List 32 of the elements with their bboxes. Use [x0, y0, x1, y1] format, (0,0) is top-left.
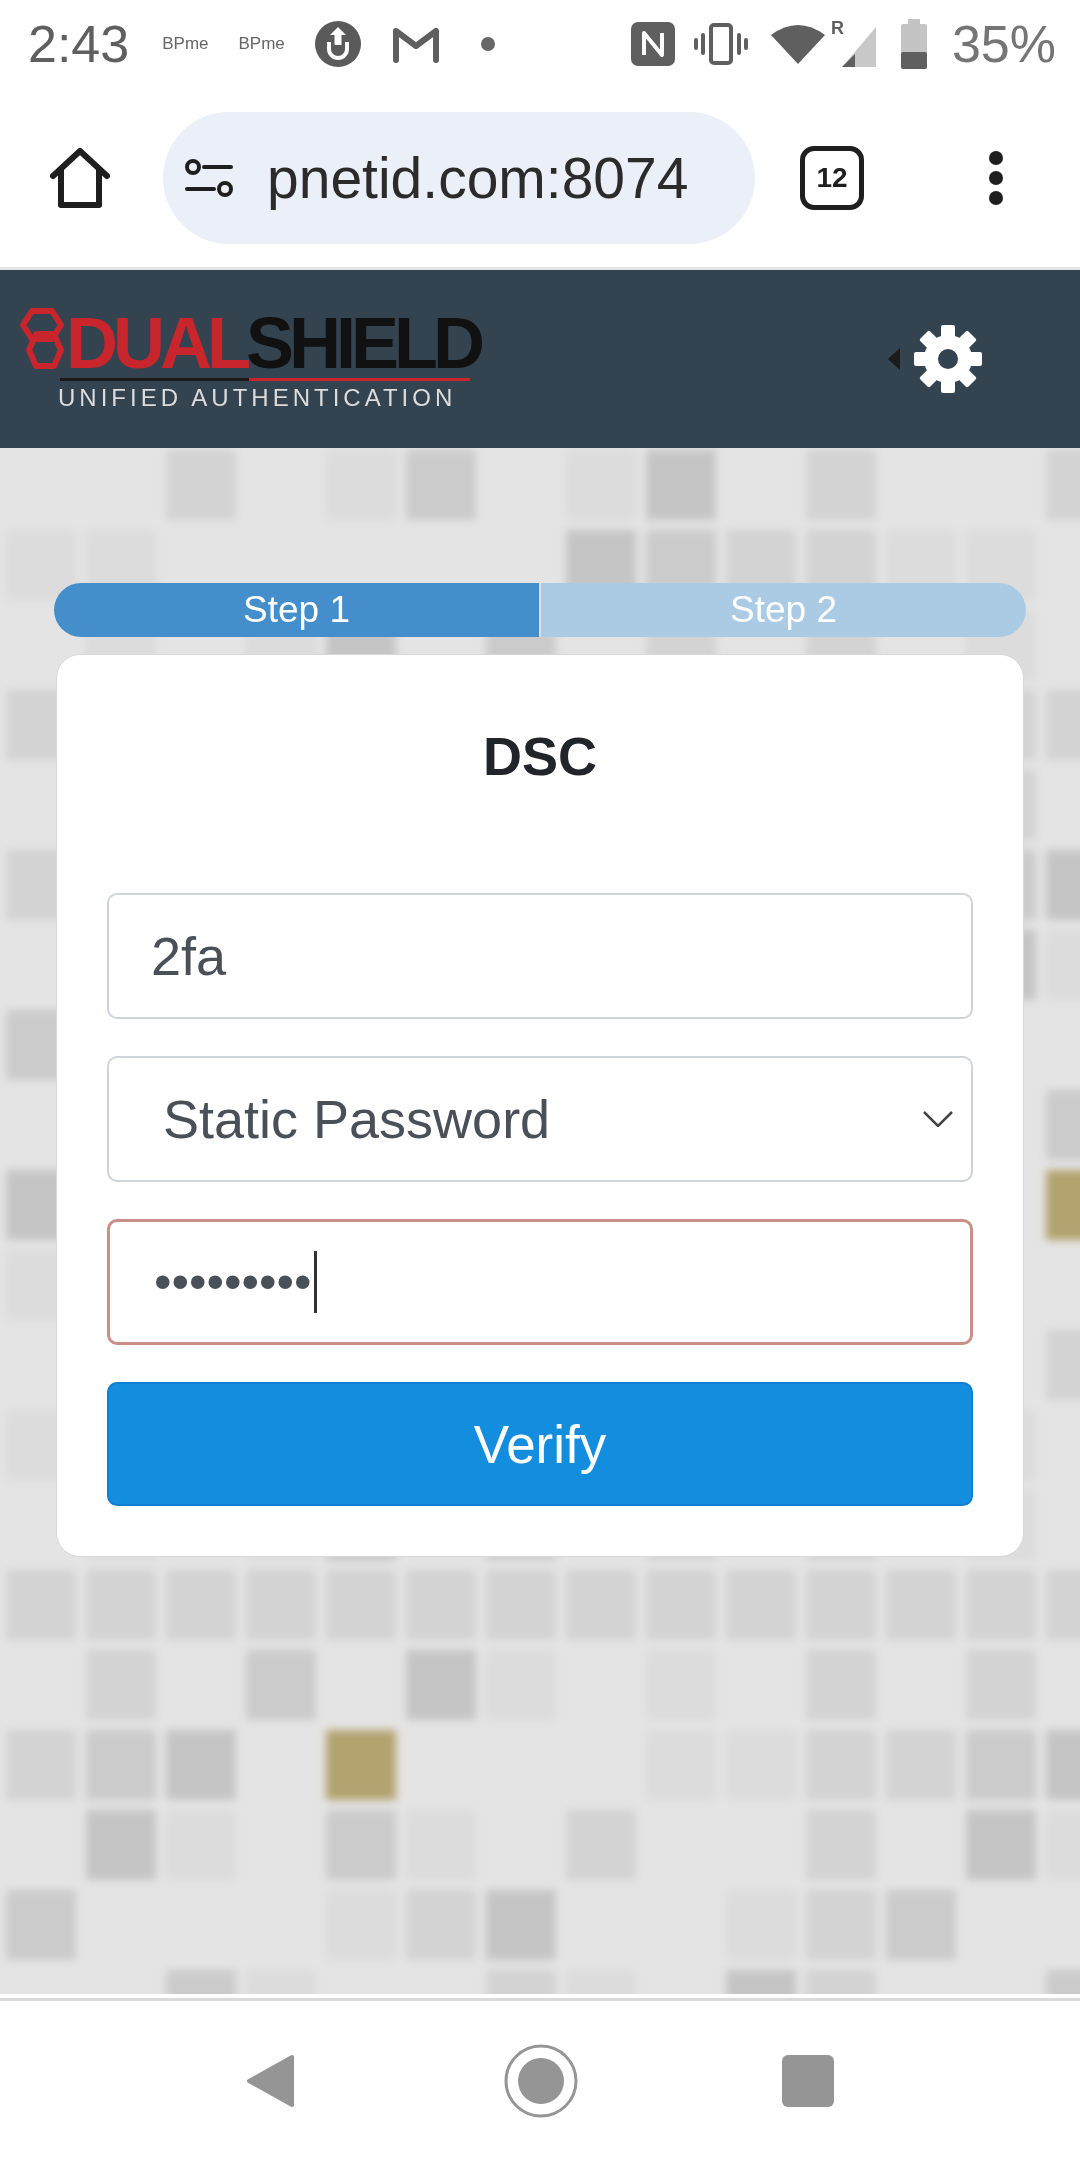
home-icon[interactable]	[49, 146, 111, 209]
step-indicator: Step 1	[54, 583, 539, 637]
more-options-icon[interactable]	[989, 150, 1003, 205]
card-title: DSC	[482, 725, 598, 788]
battery-icon	[899, 19, 928, 69]
address-bar[interactable]: pnetid.com:8074	[163, 111, 755, 244]
chevron-down-icon	[923, 1111, 953, 1127]
battery-percent: 35%	[951, 14, 1056, 74]
hexagon-logo-icon	[20, 307, 64, 370]
wifi-icon	[770, 24, 825, 64]
password-field[interactable]: •••••••••	[107, 1219, 973, 1345]
vibrate-icon	[692, 22, 749, 66]
status-time: 2:43	[28, 14, 130, 74]
mail-icon	[391, 25, 440, 63]
site-settings-icon[interactable]	[185, 158, 233, 197]
logo-tagline: UNIFIED AUTHENTICATION	[58, 384, 458, 411]
notification-app-label: BPme	[162, 34, 209, 54]
username-field[interactable]: 2fa	[107, 893, 973, 1019]
settings-icon[interactable]	[914, 325, 982, 393]
home-button-icon[interactable]	[504, 2043, 578, 2118]
logo-wordmark: DUALSHIELD	[66, 313, 480, 372]
back-icon[interactable]	[246, 2053, 294, 2108]
verify-button[interactable]: Verify	[107, 1382, 973, 1506]
caret-left-icon	[888, 348, 900, 370]
tab-switcher-button[interactable]: 12	[800, 145, 864, 210]
roaming-label: R	[830, 19, 844, 37]
nfc-icon	[630, 22, 675, 66]
notification-app-label: BPme	[238, 34, 285, 54]
method-select[interactable]: Static Password	[107, 1056, 973, 1182]
notification-dot-icon	[480, 37, 495, 51]
recents-icon[interactable]	[782, 2054, 834, 2107]
step-indicator: Step 2	[539, 583, 1026, 637]
